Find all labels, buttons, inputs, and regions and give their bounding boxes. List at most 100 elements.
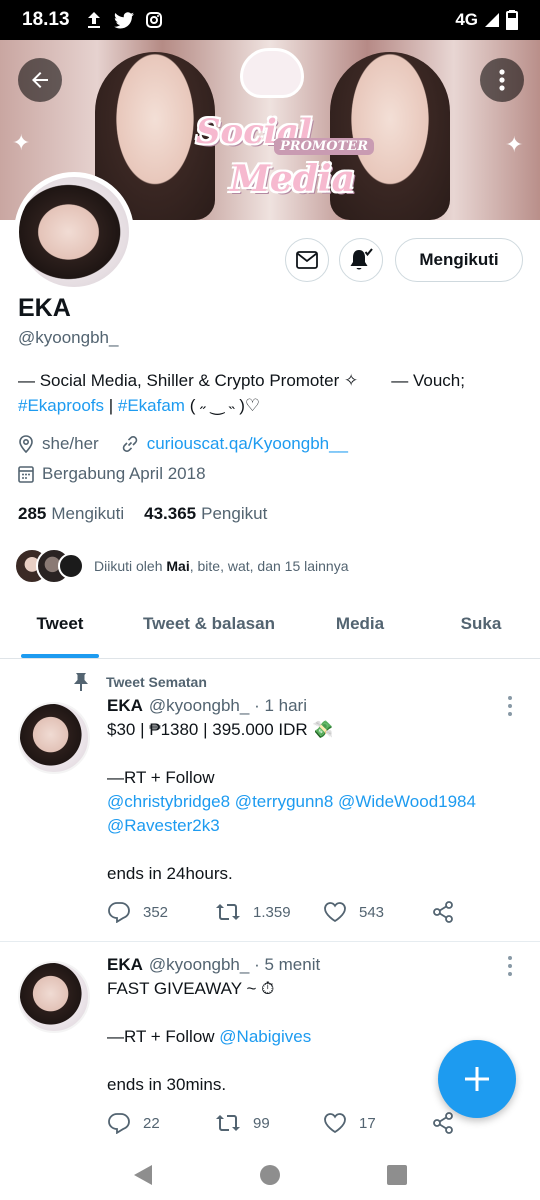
status-system: 4G <box>455 10 518 30</box>
like-button[interactable]: 17 <box>323 1112 431 1134</box>
reply-button[interactable]: 352 <box>107 901 215 923</box>
tab-tweets[interactable]: Tweet <box>0 602 120 658</box>
calendar-icon <box>18 466 34 483</box>
profile-avatar[interactable] <box>14 172 134 292</box>
plus-icon <box>465 1067 489 1091</box>
tweet-more-button[interactable] <box>500 956 520 976</box>
following-count: 285 <box>18 504 47 523</box>
tweet-line: $30 | ₱1380 | 395.000 IDR 💸 <box>107 720 334 739</box>
profile-pronouns: she/her <box>42 434 99 453</box>
tweet-spacer <box>107 838 507 862</box>
nav-home-icon[interactable] <box>259 1164 281 1186</box>
tweet-actions: 22 99 17 <box>107 1111 517 1135</box>
reply-icon <box>108 1113 130 1134</box>
instagram-icon <box>145 12 162 28</box>
status-time: 18.13 <box>22 9 70 30</box>
tweet-author-avatar[interactable] <box>18 961 90 1033</box>
network-type: 4G <box>455 10 478 29</box>
status-notifications <box>86 11 162 29</box>
like-count: 17 <box>359 1114 376 1132</box>
share-icon <box>433 901 453 923</box>
tweet-line: ends in 24hours. <box>107 864 233 883</box>
tweet-actions: 352 1.359 543 <box>107 900 517 924</box>
tab-tweets-replies[interactable]: Tweet & balasan <box>120 602 298 658</box>
tweet-mentions[interactable]: @christybridge8 @terrygunn8 @WideWood198… <box>107 790 507 814</box>
following-label: Mengikuti <box>51 504 125 523</box>
tweet-line: FAST GIVEAWAY ~ ⏱ <box>107 979 275 998</box>
tweet-mentions[interactable]: @Ravester2k3 <box>107 814 507 838</box>
following-stat[interactable]: 285 Mengikuti <box>18 504 124 524</box>
following-button[interactable]: Mengikuti <box>395 238 523 282</box>
banner-title-line2: PROMOTER <box>274 138 375 155</box>
profile-meta-row: she/her curiouscat.qa/Kyoongbh__ <box>18 434 348 454</box>
hashtag-link[interactable]: #Ekafam <box>118 396 185 415</box>
banner-title-line3: Media <box>230 158 355 200</box>
bio-tail: ( ˶ ‿ ˵ )♡ <box>184 396 261 415</box>
share-icon <box>433 1112 453 1134</box>
compose-tweet-button[interactable] <box>438 1040 516 1118</box>
followers-stat[interactable]: 43.365 Pengikut <box>144 504 267 524</box>
like-button[interactable]: 543 <box>323 901 431 923</box>
status-bar: 18.13 4G <box>0 0 540 40</box>
arrow-left-icon <box>32 72 48 88</box>
tab-likes[interactable]: Suka <box>422 602 540 658</box>
tab-media[interactable]: Media <box>298 602 422 658</box>
tweet-header: EKA @kyoongbh_ · 1 hari <box>107 694 507 718</box>
location-pin-icon <box>19 435 33 453</box>
profile-website-link[interactable]: curiouscat.qa/Kyoongbh__ <box>147 434 348 454</box>
tweet-item[interactable]: Tweet Sematan EKA @kyoongbh_ · 1 hari $3… <box>0 660 540 942</box>
back-button[interactable] <box>18 58 62 102</box>
tweet-author-name[interactable]: EKA <box>107 694 143 718</box>
followers-count: 43.365 <box>144 504 197 523</box>
followed-by-text: Diikuti oleh Mai, bite, wat, dan 15 lain… <box>94 558 349 574</box>
retweet-count: 1.359 <box>253 903 291 921</box>
avatar <box>58 553 84 579</box>
tweet-author-avatar[interactable] <box>18 702 90 774</box>
profile-meta-row: Bergabung April 2018 <box>18 464 206 484</box>
tweet-author-name[interactable]: EKA <box>107 953 143 977</box>
tweet-line: —RT + Follow @Nabigives <box>107 1025 507 1049</box>
pinned-label: Tweet Sematan <box>106 674 207 690</box>
tweet-header: EKA @kyoongbh_ · 5 menit <box>107 953 507 977</box>
profile-tabs: Tweet Tweet & balasan Media Suka <box>0 602 540 659</box>
tweet-spacer <box>107 742 507 766</box>
retweet-button[interactable]: 1.359 <box>215 902 323 922</box>
more-options-button[interactable] <box>480 58 524 102</box>
bio-line: — Social Media, Shiller & Crypto Promote… <box>18 371 465 390</box>
banner-title: Social PROMOTER Media <box>190 70 375 210</box>
followed-by-name: Mai <box>166 558 190 574</box>
notifications-button[interactable] <box>339 238 383 282</box>
mail-icon <box>296 251 318 269</box>
bell-check-icon <box>350 248 373 270</box>
pinned-label-row: Tweet Sematan <box>72 672 207 692</box>
tweet-body: EKA @kyoongbh_ · 1 hari $30 | ₱1380 | 39… <box>107 694 507 886</box>
system-nav-bar <box>0 1150 540 1200</box>
tweet-text: $30 | ₱1380 | 395.000 IDR 💸 —RT + Follow… <box>107 718 507 886</box>
tweet-more-button[interactable] <box>500 696 520 716</box>
twitter-icon <box>113 11 134 28</box>
followed-by-rest: , bite, wat, dan 15 lainnya <box>189 558 349 574</box>
reply-button[interactable]: 22 <box>107 1112 215 1134</box>
share-button[interactable] <box>431 900 467 924</box>
tweet-line-prefix: —RT + Follow <box>107 1027 220 1046</box>
more-vertical-icon <box>499 69 505 91</box>
followed-by-row[interactable]: Diikuti oleh Mai, bite, wat, dan 15 lain… <box>14 548 349 584</box>
retweet-icon <box>216 1115 240 1131</box>
tweet-mention[interactable]: @Nabigives <box>219 1027 311 1046</box>
reply-count: 352 <box>143 903 169 921</box>
hashtag-link[interactable]: #Ekaproofs <box>18 396 104 415</box>
nav-back-icon[interactable] <box>132 1163 154 1187</box>
reply-icon <box>108 902 130 923</box>
tweet-meta: @kyoongbh_ · 5 menit <box>148 955 321 974</box>
retweet-button[interactable]: 99 <box>215 1113 323 1133</box>
upload-icon <box>87 12 100 28</box>
profile-display-name: EKA <box>18 294 71 322</box>
bio-separator: | <box>104 396 118 415</box>
message-button[interactable] <box>285 238 329 282</box>
nav-recents-icon[interactable] <box>386 1164 408 1186</box>
like-count: 543 <box>359 903 385 921</box>
battery-icon <box>506 10 518 30</box>
profile-joined: Bergabung April 2018 <box>42 464 206 483</box>
retweet-count: 99 <box>253 1114 270 1132</box>
reply-count: 22 <box>143 1114 160 1132</box>
